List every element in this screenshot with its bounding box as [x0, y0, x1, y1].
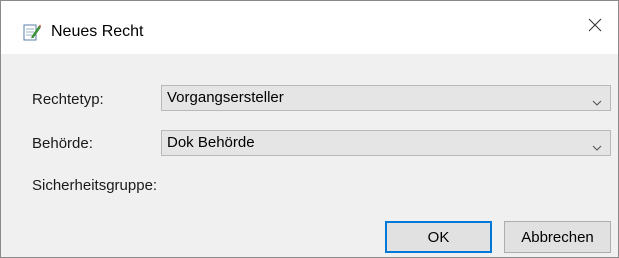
cancel-button[interactable]: Abbrechen	[504, 221, 611, 253]
behoerde-value: Dok Behörde	[167, 134, 255, 151]
chevron-down-icon	[592, 139, 602, 151]
dialog-window: Neues Recht Rechtetyp: Vorgangsersteller…	[0, 0, 619, 258]
close-button[interactable]	[572, 1, 618, 54]
dialog-title: Neues Recht	[51, 23, 144, 40]
ok-button[interactable]: OK	[385, 221, 492, 253]
sicherheitsgruppe-label: Sicherheitsgruppe:	[32, 177, 158, 194]
rechtetyp-select[interactable]: Vorgangsersteller	[161, 85, 611, 111]
rechtetyp-label: Rechtetyp:	[32, 91, 104, 108]
chevron-down-icon	[592, 94, 602, 106]
rechtetyp-value: Vorgangsersteller	[167, 89, 284, 106]
behoerde-label: Behörde:	[32, 135, 93, 152]
edit-document-icon	[23, 23, 41, 41]
title-bar[interactable]: Neues Recht	[1, 1, 618, 54]
behoerde-select[interactable]: Dok Behörde	[161, 130, 611, 156]
close-icon	[588, 18, 602, 37]
